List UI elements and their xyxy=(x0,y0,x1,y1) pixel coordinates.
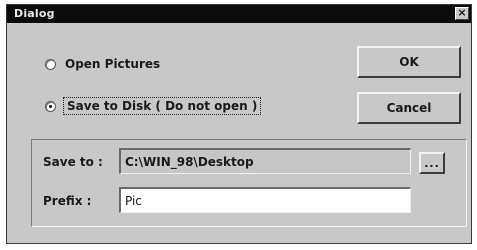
save-to-label: Save to : xyxy=(43,155,103,169)
save-to-disk-option[interactable]: Save to Disk ( Do not open ) xyxy=(45,95,262,117)
open-pictures-label: Open Pictures xyxy=(65,57,161,71)
close-button[interactable]: × xyxy=(455,7,469,20)
cancel-button-label: Cancel xyxy=(386,101,432,115)
radio-button-icon[interactable] xyxy=(45,100,56,112)
radio-button-icon[interactable] xyxy=(45,58,56,70)
browse-button[interactable]: ... xyxy=(419,152,445,174)
close-icon: × xyxy=(457,6,467,19)
browse-button-label: ... xyxy=(424,156,440,170)
save-to-disk-label: Save to Disk ( Do not open ) xyxy=(62,97,262,115)
window-title: Dialog xyxy=(14,7,55,20)
cancel-button[interactable]: Cancel xyxy=(357,92,461,124)
prefix-input[interactable]: Pic xyxy=(119,187,411,213)
save-to-path-value: C:\WIN_98\Desktop xyxy=(125,154,254,169)
dialog-window: Dialog × Open Pictures Save to Disk ( Do… xyxy=(6,4,472,244)
ok-button[interactable]: OK xyxy=(357,46,461,78)
ok-button-label: OK xyxy=(399,55,419,69)
open-pictures-option[interactable]: Open Pictures xyxy=(45,53,160,75)
prefix-label: Prefix : xyxy=(43,194,92,208)
save-to-path-field: C:\WIN_98\Desktop xyxy=(119,148,411,174)
prefix-value: Pic xyxy=(125,193,142,208)
title-bar[interactable]: Dialog × xyxy=(7,5,471,23)
